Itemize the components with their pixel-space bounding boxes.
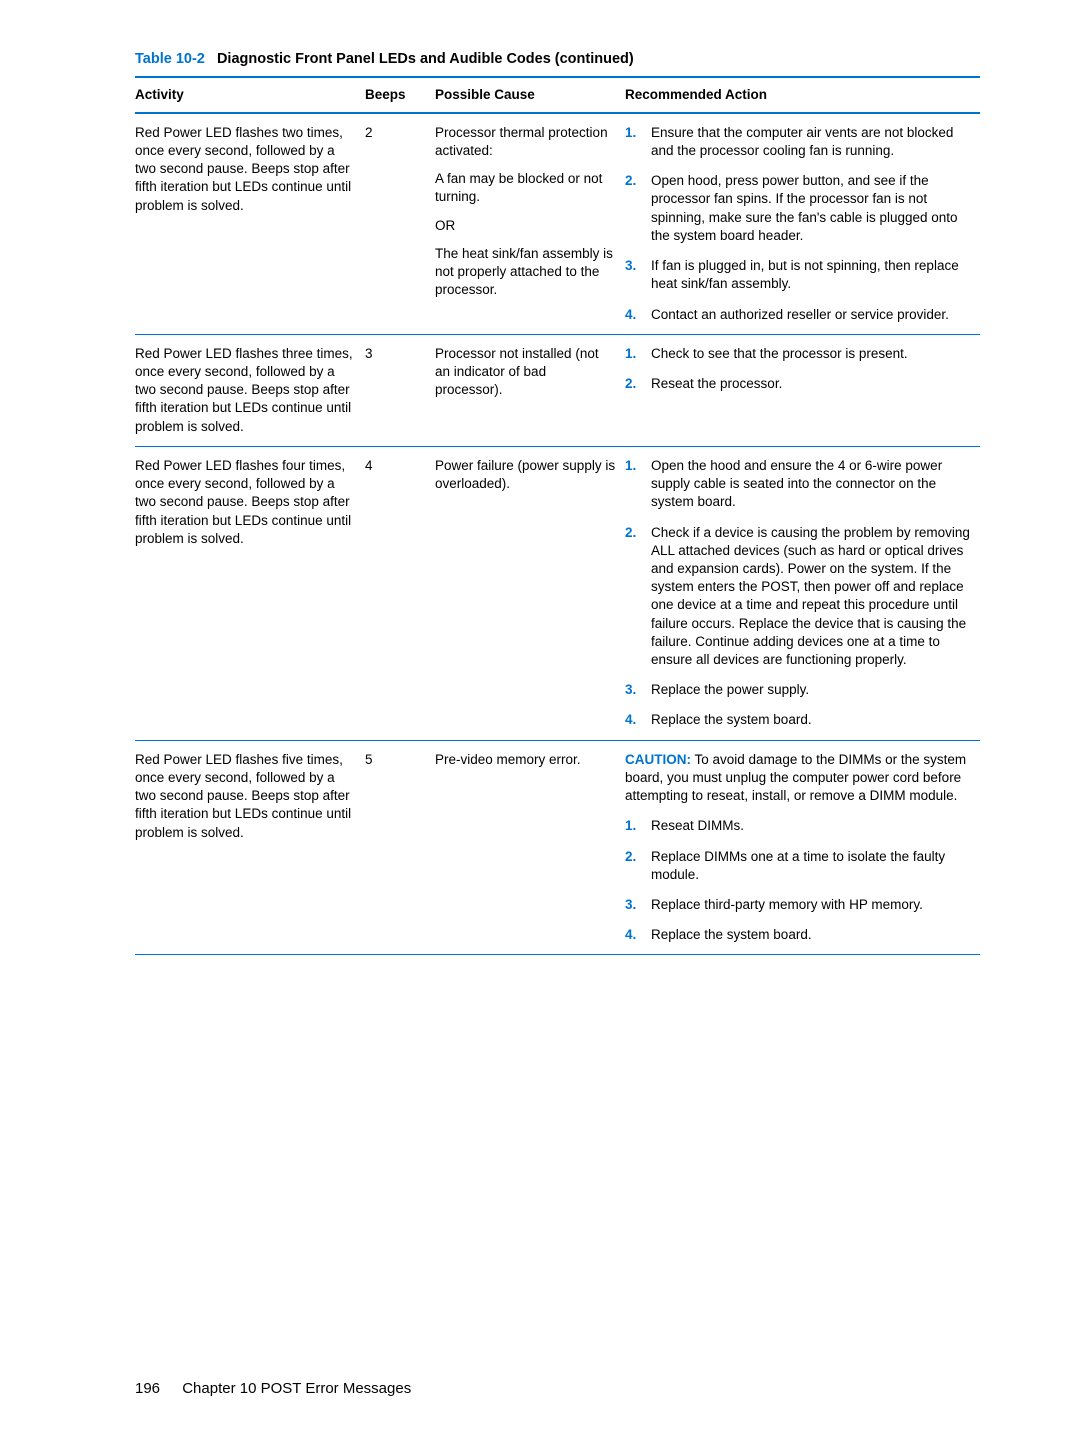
action-step: Replace DIMMs one at a time to isolate t… [651, 848, 972, 884]
page-footer: 196 Chapter 10 POST Error Messages [135, 1379, 411, 1399]
action-step: Ensure that the computer air vents are n… [651, 124, 972, 160]
cause-line: The heat sink/fan assembly is not proper… [435, 245, 617, 300]
col-activity: Activity [135, 77, 365, 113]
action-step: Open hood, press power button, and see i… [651, 172, 972, 245]
caution-block: CAUTION: To avoid damage to the DIMMs or… [625, 751, 972, 806]
cell-beeps: 3 [365, 334, 435, 446]
table-row: Red Power LED flashes five times, once e… [135, 740, 980, 955]
cell-cause: Pre-video memory error. [435, 740, 625, 955]
cell-actions: Ensure that the computer air vents are n… [625, 113, 980, 334]
col-beeps: Beeps [365, 77, 435, 113]
action-step: Check if a device is causing the problem… [651, 524, 972, 670]
diagnostic-table: Activity Beeps Possible Cause Recommende… [135, 76, 980, 956]
cause-line: Processor thermal protection activated: [435, 124, 617, 160]
cause-line: Processor not installed (not an indicato… [435, 345, 617, 400]
action-step: If fan is plugged in, but is not spinnin… [651, 257, 972, 293]
cell-actions: Check to see that the processor is prese… [625, 334, 980, 446]
action-step: Check to see that the processor is prese… [651, 345, 972, 363]
col-recommended-action: Recommended Action [625, 77, 980, 113]
action-step: Contact an authorized reseller or servic… [651, 306, 972, 324]
action-step: Replace the system board. [651, 926, 972, 944]
action-step: Reseat DIMMs. [651, 817, 972, 835]
action-step: Replace the power supply. [651, 681, 972, 699]
table-row: Red Power LED flashes two times, once ev… [135, 113, 980, 334]
cell-cause: Power failure (power supply is overloade… [435, 446, 625, 740]
table-number: Table 10-2 [135, 51, 205, 67]
cell-cause: Processor thermal protection activated: … [435, 113, 625, 334]
action-step: Replace the system board. [651, 711, 972, 729]
action-step: Open the hood and ensure the 4 or 6-wire… [651, 457, 972, 512]
page-number: 196 [135, 1380, 160, 1397]
cell-actions: Open the hood and ensure the 4 or 6-wire… [625, 446, 980, 740]
cell-beeps: 5 [365, 740, 435, 955]
table-caption: Table 10-2 Diagnostic Front Panel LEDs a… [135, 50, 980, 70]
table-title: Diagnostic Front Panel LEDs and Audible … [217, 51, 634, 67]
cause-line: Pre-video memory error. [435, 751, 617, 769]
table-row: Red Power LED flashes four times, once e… [135, 446, 980, 740]
cell-activity: Red Power LED flashes four times, once e… [135, 446, 365, 740]
cause-line: Power failure (power supply is overloade… [435, 457, 617, 493]
cell-beeps: 4 [365, 446, 435, 740]
caution-label: CAUTION: [625, 752, 691, 767]
action-step: Reseat the processor. [651, 375, 972, 393]
cell-activity: Red Power LED flashes two times, once ev… [135, 113, 365, 334]
cell-activity: Red Power LED flashes three times, once … [135, 334, 365, 446]
cell-activity: Red Power LED flashes five times, once e… [135, 740, 365, 955]
action-step: Replace third-party memory with HP memor… [651, 896, 972, 914]
chapter-title: Chapter 10 POST Error Messages [182, 1380, 411, 1397]
cell-cause: Processor not installed (not an indicato… [435, 334, 625, 446]
col-cause: Possible Cause [435, 77, 625, 113]
cause-line: A fan may be blocked or not turning. [435, 170, 617, 206]
cause-line: OR [435, 217, 617, 235]
table-row: Red Power LED flashes three times, once … [135, 334, 980, 446]
cell-beeps: 2 [365, 113, 435, 334]
cell-actions: CAUTION: To avoid damage to the DIMMs or… [625, 740, 980, 955]
